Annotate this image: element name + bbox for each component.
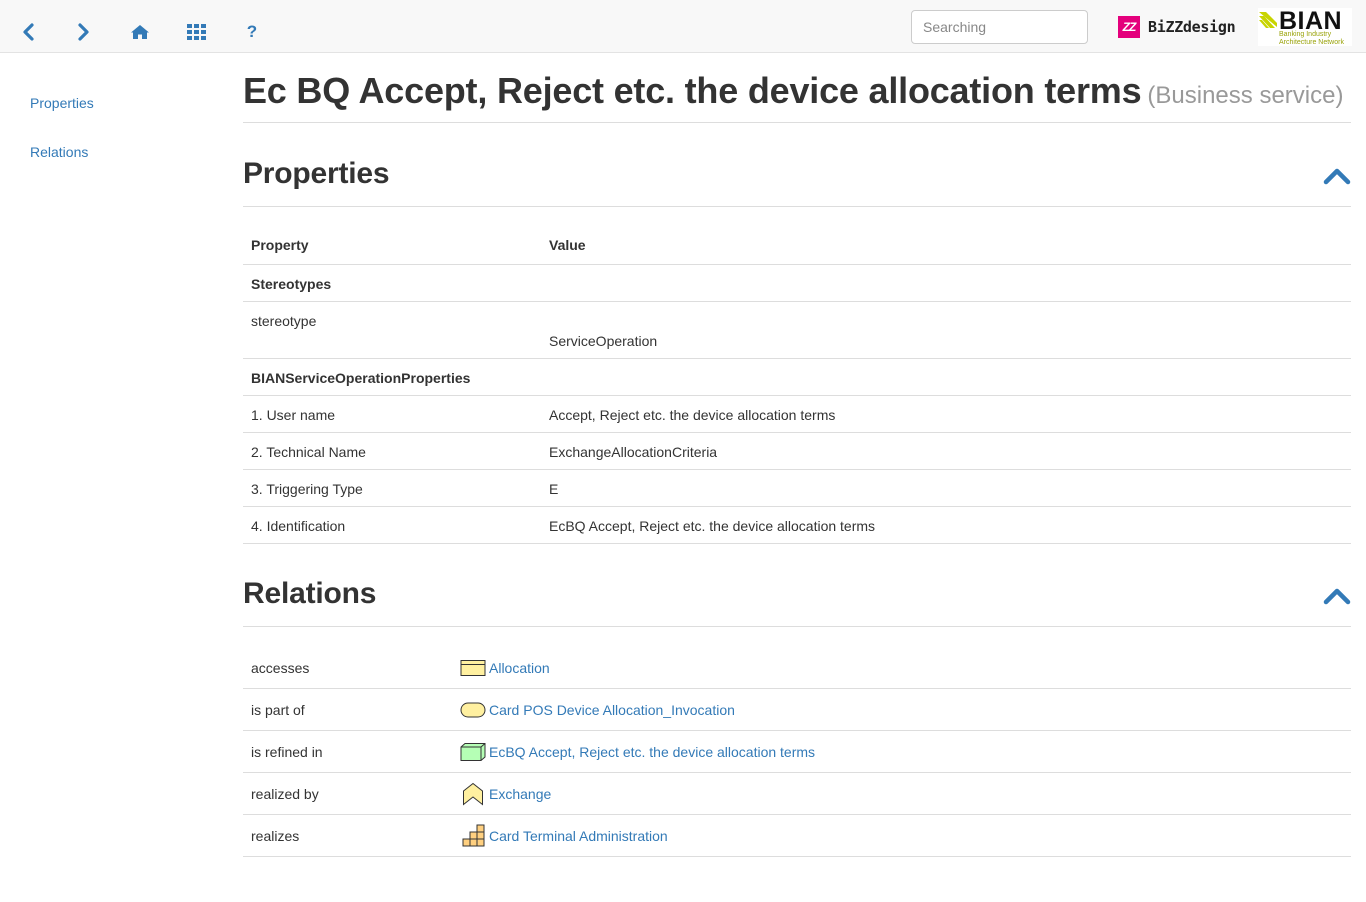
properties-section-header: Properties bbox=[243, 157, 1351, 207]
top-navbar: ? ZZ BiZZdesign BIAN Banking Industry Ar… bbox=[0, 0, 1366, 53]
question-mark-icon: ? bbox=[246, 22, 258, 41]
table-row: 3. Triggering Type E bbox=[243, 469, 1351, 507]
chevron-up-icon bbox=[1323, 588, 1351, 608]
forward-button[interactable] bbox=[71, 19, 97, 45]
value-stream-icon bbox=[460, 782, 486, 806]
bian-logo-stripes-icon bbox=[1259, 12, 1277, 28]
relation-type: is refined in bbox=[243, 730, 452, 773]
relations-table: accesses Allocation is part of Card POS … bbox=[243, 647, 1351, 857]
relation-type: is part of bbox=[243, 688, 452, 731]
table-row: is part of Card POS Device Allocation_In… bbox=[243, 688, 1351, 731]
chevron-right-icon bbox=[77, 23, 91, 41]
property-value: ServiceOperation bbox=[541, 301, 1351, 359]
page-header: Ec BQ Accept, Reject etc. the device all… bbox=[243, 70, 1351, 123]
table-row: realized by Exchange bbox=[243, 772, 1351, 815]
bian-logo-subtitle: Banking Industry Architecture Network bbox=[1279, 31, 1344, 46]
business-service-icon bbox=[460, 698, 486, 722]
page-subtitle: (Business service) bbox=[1147, 82, 1344, 109]
bizzdesign-logo-text: BiZZdesign bbox=[1148, 18, 1236, 36]
relations-collapse-button[interactable] bbox=[1323, 587, 1351, 607]
relation-target-link[interactable]: Allocation bbox=[489, 660, 550, 676]
property-name: stereotype bbox=[243, 301, 541, 359]
properties-heading: Properties bbox=[243, 157, 390, 190]
capability-icon bbox=[460, 824, 486, 848]
property-value: ExchangeAllocationCriteria bbox=[541, 432, 1351, 470]
home-icon bbox=[130, 24, 150, 40]
search-input[interactable] bbox=[911, 10, 1088, 44]
chevron-up-icon bbox=[1323, 168, 1351, 188]
table-row: 4. Identification EcBQ Accept, Reject et… bbox=[243, 506, 1351, 544]
column-header-property: Property bbox=[243, 226, 541, 265]
back-button[interactable] bbox=[15, 19, 41, 45]
relations-heading: Relations bbox=[243, 577, 377, 610]
table-row: 1. User name Accept, Reject etc. the dev… bbox=[243, 395, 1351, 433]
column-header-value: Value bbox=[541, 226, 1351, 265]
grid-icon bbox=[186, 24, 206, 40]
property-name: 4. Identification bbox=[243, 506, 541, 544]
table-row: realizes Card Terminal Administration bbox=[243, 814, 1351, 857]
property-group-label: Stereotypes bbox=[243, 264, 1351, 302]
table-row: is refined in EcBQ Accept, Reject etc. t… bbox=[243, 730, 1351, 773]
relation-type: realizes bbox=[243, 814, 452, 857]
node-icon bbox=[460, 740, 486, 764]
properties-table-header: Property Value bbox=[243, 226, 1351, 265]
property-name: 1. User name bbox=[243, 395, 541, 433]
help-button[interactable]: ? bbox=[239, 19, 265, 45]
home-button[interactable] bbox=[127, 19, 153, 45]
properties-table: Property Value Stereotypes stereotype Se… bbox=[243, 226, 1351, 544]
relation-target-link[interactable]: EcBQ Accept, Reject etc. the device allo… bbox=[489, 744, 815, 760]
table-row: accesses Allocation bbox=[243, 647, 1351, 689]
table-row: BIANServiceOperationProperties bbox=[243, 358, 1351, 396]
property-value: E bbox=[541, 469, 1351, 507]
bian-logo: BIAN Banking Industry Architecture Netwo… bbox=[1258, 7, 1352, 46]
relations-section-header: Relations bbox=[243, 577, 1351, 627]
business-object-icon bbox=[460, 656, 486, 680]
property-group-label: BIANServiceOperationProperties bbox=[243, 358, 1351, 396]
table-row: stereotype ServiceOperation bbox=[243, 301, 1351, 359]
relation-type: realized by bbox=[243, 772, 452, 815]
relation-target-link[interactable]: Card POS Device Allocation_Invocation bbox=[489, 702, 735, 718]
sidebar-item-relations[interactable]: Relations bbox=[30, 144, 88, 160]
sidebar-item-properties[interactable]: Properties bbox=[30, 95, 94, 111]
relation-target-link[interactable]: Card Terminal Administration bbox=[489, 828, 668, 844]
relation-type: accesses bbox=[243, 647, 452, 689]
properties-collapse-button[interactable] bbox=[1323, 167, 1351, 187]
apps-grid-button[interactable] bbox=[183, 19, 209, 45]
property-value: Accept, Reject etc. the device allocatio… bbox=[541, 395, 1351, 433]
property-name: 3. Triggering Type bbox=[243, 469, 541, 507]
table-row: Stereotypes bbox=[243, 264, 1351, 302]
bizzdesign-logo-mark-icon: ZZ bbox=[1118, 16, 1140, 38]
table-row: 2. Technical Name ExchangeAllocationCrit… bbox=[243, 432, 1351, 470]
relation-target-link[interactable]: Exchange bbox=[489, 786, 551, 802]
bizzdesign-logo: ZZ BiZZdesign bbox=[1118, 16, 1236, 38]
page-title: Ec BQ Accept, Reject etc. the device all… bbox=[243, 70, 1142, 111]
property-value: EcBQ Accept, Reject etc. the device allo… bbox=[541, 506, 1351, 544]
chevron-left-icon bbox=[21, 23, 35, 41]
property-name: 2. Technical Name bbox=[243, 432, 541, 470]
